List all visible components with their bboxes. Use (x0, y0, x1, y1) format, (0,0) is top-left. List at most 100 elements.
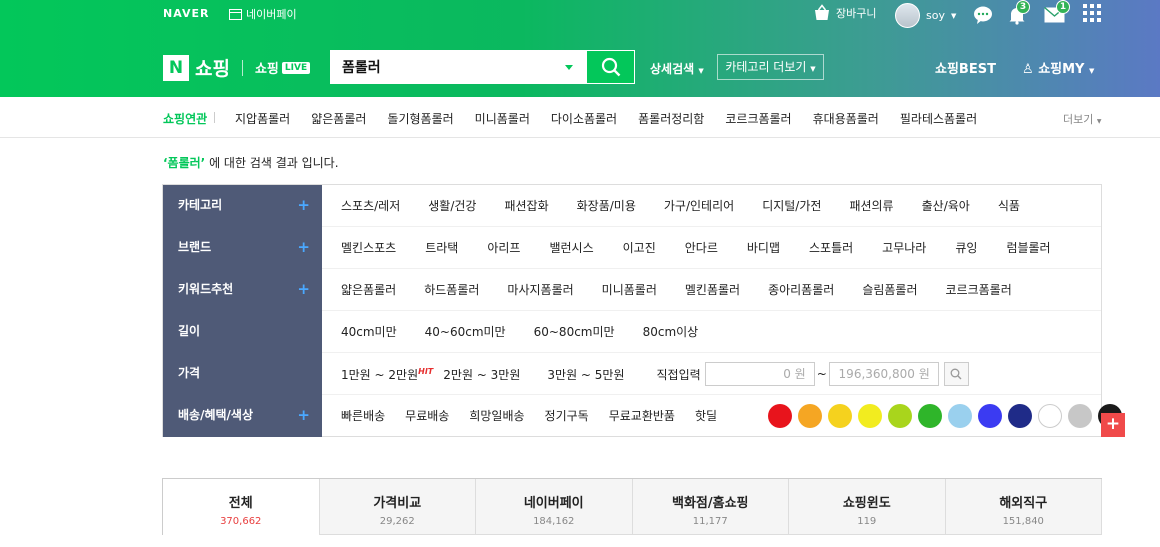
menu-button[interactable] (1083, 4, 1103, 24)
filter-option[interactable]: 3만원 ~ 5만원 (547, 366, 624, 383)
color-swatch[interactable] (858, 404, 882, 428)
mail-button[interactable]: 1 (1044, 0, 1070, 25)
color-swatch[interactable] (978, 404, 1002, 428)
tab-overseas[interactable]: 해외직구 151,840 (945, 479, 1102, 535)
tab-all[interactable]: 전체 370,662 (162, 479, 320, 535)
filter-option[interactable]: 멜킨스포츠 (341, 239, 396, 256)
min-price-input[interactable]: 0 원 (704, 362, 815, 386)
autocomplete-toggle-icon[interactable] (565, 65, 573, 70)
profile-menu[interactable]: soy ▼ (895, 3, 956, 28)
color-swatch[interactable] (1068, 404, 1092, 428)
related-item[interactable]: 돌기형폼롤러 (387, 110, 453, 127)
plus-icon[interactable]: + (297, 196, 310, 214)
color-swatch[interactable] (768, 404, 792, 428)
filter-option[interactable]: 스포틀러 (809, 239, 853, 256)
filter-option[interactable]: 희망일배송 (469, 407, 524, 424)
filter-option[interactable]: 얇은폼롤러 (341, 281, 396, 298)
filter-option[interactable]: 가구/인테리어 (664, 197, 734, 214)
tab-naverpay[interactable]: 네이버페이 184,162 (476, 479, 633, 535)
filter-option[interactable]: 스포츠/레저 (341, 197, 400, 214)
color-swatch[interactable] (1008, 404, 1032, 428)
filter-option[interactable]: 식품 (998, 197, 1020, 214)
filter-option[interactable]: 무료배송 (405, 407, 449, 424)
related-item[interactable]: 다이소폼롤러 (551, 110, 617, 127)
search-button[interactable] (586, 50, 635, 84)
filter-option[interactable]: 안다르 (685, 239, 718, 256)
shopping-best-link[interactable]: 쇼핑BEST (935, 58, 996, 77)
filter-option[interactable]: 바디맵 (747, 239, 780, 256)
filter-option[interactable]: 이고진 (623, 239, 656, 256)
filter-option[interactable]: 패션잡화 (504, 197, 548, 214)
tab-price-compare[interactable]: 가격비교 29,262 (319, 479, 476, 535)
max-price-input[interactable]: 196,360,800 원 (828, 362, 939, 386)
related-item[interactable]: 미니폼롤러 (475, 110, 530, 127)
filter-header[interactable]: 브랜드 + (163, 227, 322, 269)
filter-option[interactable]: 하드폼롤러 (424, 281, 479, 298)
filter-option[interactable]: 슬림폼롤러 (862, 281, 917, 298)
shopping-live-link[interactable]: 쇼핑 LIVE (255, 58, 311, 77)
color-swatch[interactable] (828, 404, 852, 428)
filter-option[interactable]: 미니폼롤러 (602, 281, 657, 298)
filter-option[interactable]: 80cm이상 (643, 323, 699, 340)
filter-option[interactable]: 트라택 (425, 239, 458, 256)
color-swatch[interactable] (798, 404, 822, 428)
alarm-button[interactable]: 3 (1007, 0, 1030, 25)
filter-option[interactable]: 디지털/가전 (762, 197, 821, 214)
filter-header[interactable]: 배송/혜택/색상 + (163, 395, 322, 437)
plus-icon[interactable]: + (297, 406, 310, 424)
filter-option[interactable]: 아리프 (487, 239, 520, 256)
naver-link[interactable]: NAVER (163, 7, 209, 20)
plus-icon[interactable]: + (297, 280, 310, 298)
color-swatch[interactable] (888, 404, 912, 428)
expand-filter-button[interactable]: + (1101, 413, 1125, 437)
filter-option[interactable]: 빠른배송 (341, 407, 385, 424)
filter-option[interactable]: 마사지폼롤러 (507, 281, 573, 298)
related-item[interactable]: 휴대용폼롤러 (813, 110, 879, 127)
filter-header[interactable]: 카테고리 + (163, 185, 322, 227)
chevron-down-icon: ▼ (950, 11, 957, 20)
related-item[interactable]: 필라테스폼롤러 (900, 110, 977, 127)
naverpay-link[interactable]: 네이버페이 (229, 6, 297, 22)
color-swatch[interactable] (918, 404, 942, 428)
filter-option[interactable]: 핫딜 (695, 407, 717, 424)
related-item[interactable]: 폼롤러정리함 (638, 110, 704, 127)
filter-option[interactable]: 럼블롤러 (1006, 239, 1050, 256)
color-swatch[interactable] (948, 404, 972, 428)
related-item[interactable]: 지압폼롤러 (235, 110, 290, 127)
related-item[interactable]: 코르크폼롤러 (725, 110, 791, 127)
cart-link[interactable]: 장바구니 (813, 4, 876, 21)
shopping-my-menu[interactable]: ♙ 쇼핑MY ▼ (1022, 58, 1094, 77)
color-swatch[interactable] (1038, 404, 1062, 428)
filter-option[interactable]: 화장품/미용 (577, 197, 636, 214)
related-item[interactable]: 얇은폼롤러 (311, 110, 366, 127)
plus-icon[interactable]: + (297, 238, 310, 256)
talk-button[interactable] (973, 5, 993, 25)
filter-option[interactable]: 큐잉 (955, 239, 977, 256)
filter-row-keyword: 키워드추천 + 얇은폼롤러 하드폼롤러 마사지폼롤러 미니폼롤러 멜킨폼롤러 종아… (163, 269, 1101, 311)
category-more-button[interactable]: 카테고리 더보기 ▼ (717, 54, 824, 80)
tab-department-homeshopping[interactable]: 백화점/홈쇼핑 11,177 (632, 479, 789, 535)
filter-option[interactable]: 고무나라 (882, 239, 926, 256)
search-input[interactable] (331, 51, 551, 83)
related-more-button[interactable]: 더보기 ▼ (1063, 111, 1102, 127)
filter-header[interactable]: 키워드추천 + (163, 269, 322, 311)
filter-option[interactable]: 40cm미만 (341, 323, 397, 340)
tab-shopping-window[interactable]: 쇼핑윈도 119 (789, 479, 946, 535)
filter-option[interactable]: 60~80cm미만 (534, 323, 615, 340)
price-search-button[interactable] (943, 362, 969, 386)
filter-option[interactable]: 종아리폼롤러 (768, 281, 834, 298)
filter-option[interactable]: 멜킨폼롤러 (685, 281, 740, 298)
filter-option[interactable]: 생활/건강 (428, 197, 476, 214)
filter-option[interactable]: 출산/육아 (922, 197, 970, 214)
filter-option[interactable]: 1만원 ~ 2만원HIT (341, 366, 433, 383)
filter-option[interactable]: 밸런시스 (549, 239, 593, 256)
filter-option[interactable]: 2만원 ~ 3만원 (443, 366, 520, 383)
logo[interactable]: N 쇼핑 쇼핑 LIVE (163, 54, 311, 81)
filter-option[interactable]: 40~60cm미만 (425, 323, 506, 340)
detail-search-button[interactable]: 상세검색 ▼ (650, 60, 704, 77)
filter-option[interactable]: 정기구독 (545, 407, 589, 424)
filter-row-price: 가격 1만원 ~ 2만원HIT 2만원 ~ 3만원 3만원 ~ 5만원 직접입력… (163, 353, 1101, 395)
filter-option[interactable]: 코르크폼롤러 (946, 281, 1012, 298)
filter-option[interactable]: 패션의류 (849, 197, 893, 214)
filter-option[interactable]: 무료교환반품 (609, 407, 675, 424)
